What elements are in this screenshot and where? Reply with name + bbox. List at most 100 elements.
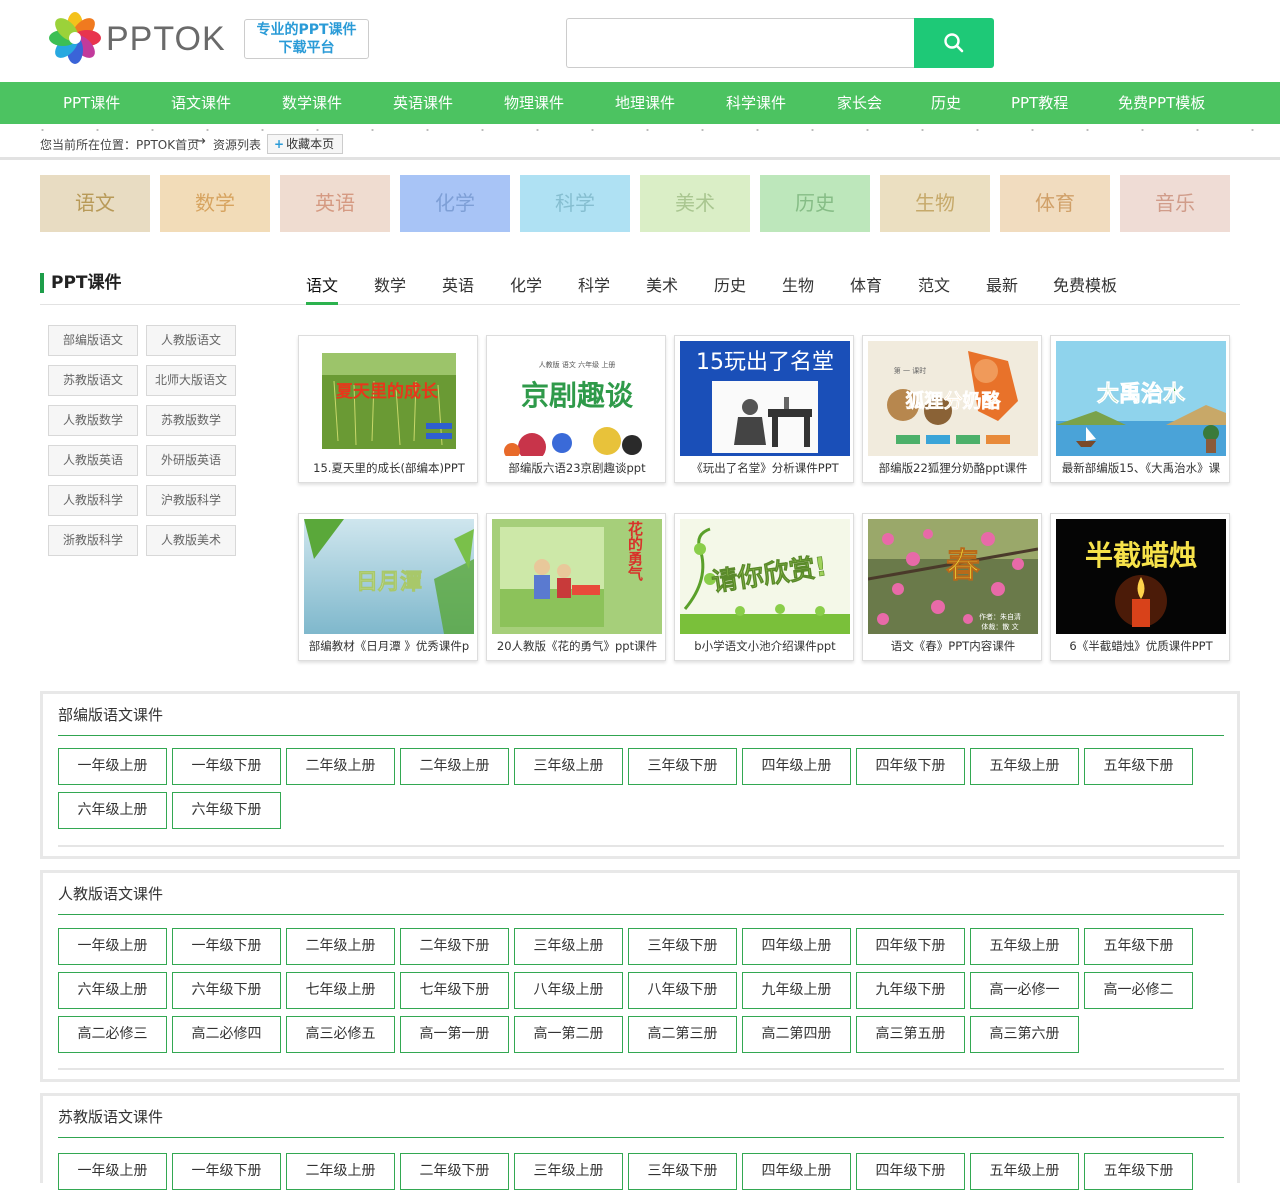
subject-tile-chemistry[interactable]: 化学 [400,175,510,232]
grade-button[interactable]: 九年级下册 [856,972,965,1009]
grade-button[interactable]: 高二必修四 [172,1016,281,1053]
tab-free-templates[interactable]: 免费模板 [1053,272,1117,296]
subject-tile-history[interactable]: 历史 [760,175,870,232]
ppt-card[interactable]: 半截蜡烛 6《半截蜡烛》优质课件PPT [1050,513,1230,661]
grade-button[interactable]: 九年级上册 [742,972,851,1009]
sidebar-item[interactable]: 沪教版科学 [146,485,236,516]
ppt-card[interactable]: 日月潭 部编教材《日月潭 》优秀课件p [298,513,478,661]
tab-biology[interactable]: 生物 [782,272,814,296]
logo-text[interactable]: PPTOK [106,20,226,59]
subject-tile-science[interactable]: 科学 [520,175,630,232]
sidebar-item[interactable]: 人教版英语 [48,445,138,476]
search-button[interactable] [914,18,994,68]
ppt-card[interactable]: 第 一 课时 狐狸分奶酪 部编版22狐狸分奶酪ppt课件 [862,335,1042,483]
subject-tile-music[interactable]: 音乐 [1120,175,1230,232]
grade-button[interactable]: 高二必修三 [58,1016,167,1053]
grade-button[interactable]: 五年级上册 [970,748,1079,785]
grade-button[interactable]: 三年级下册 [628,928,737,965]
nav-item-geography[interactable]: 地理课件 [615,82,675,124]
subject-tile-chinese[interactable]: 语文 [40,175,150,232]
grade-button[interactable]: 五年级下册 [1084,928,1193,965]
nav-item-parents[interactable]: 家长会 [837,82,882,124]
tab-art[interactable]: 美术 [646,272,678,296]
grade-button[interactable]: 六年级下册 [172,972,281,1009]
nav-item-science[interactable]: 科学课件 [726,82,786,124]
sidebar-item[interactable]: 人教版语文 [146,325,236,356]
subject-tile-math[interactable]: 数学 [160,175,270,232]
grade-button[interactable]: 六年级上册 [58,972,167,1009]
ppt-card[interactable]: 人教版 语文 六年级 上册 京剧趣谈 部编版六语23京剧趣谈ppt [486,335,666,483]
sidebar-item[interactable]: 人教版数学 [48,405,138,436]
ppt-card[interactable]: 夏天里的成长 15.夏天里的成长(部编本)PPT [298,335,478,483]
subject-tile-art[interactable]: 美术 [640,175,750,232]
sidebar-item[interactable]: 苏教版数学 [146,405,236,436]
grade-button[interactable]: 三年级上册 [514,1153,623,1190]
tab-science[interactable]: 科学 [578,272,610,296]
grade-button[interactable]: 高一必修一 [970,972,1079,1009]
nav-item-math[interactable]: 数学课件 [282,82,342,124]
sidebar-item[interactable]: 苏教版语文 [48,365,138,396]
grade-button[interactable]: 一年级下册 [172,928,281,965]
grade-button[interactable]: 二年级上册 [286,748,395,785]
sidebar-item[interactable]: 外研版英语 [146,445,236,476]
grade-button[interactable]: 二年级上册 [400,748,509,785]
grade-button[interactable]: 六年级上册 [58,792,167,829]
grade-button[interactable]: 二年级上册 [286,928,395,965]
sidebar-item[interactable]: 部编版语文 [48,325,138,356]
grade-button[interactable]: 四年级上册 [742,1153,851,1190]
grade-button[interactable]: 高一第一册 [400,1016,509,1053]
grade-button[interactable]: 四年级上册 [742,928,851,965]
grade-button[interactable]: 高二第四册 [742,1016,851,1053]
breadcrumb-current[interactable]: 资源列表 [213,136,261,153]
tab-pe[interactable]: 体育 [850,272,882,296]
nav-item-chinese[interactable]: 语文课件 [171,82,231,124]
tab-chinese[interactable]: 语文 [306,272,338,296]
grade-button[interactable]: 高一第二册 [514,1016,623,1053]
sidebar-item[interactable]: 人教版科学 [48,485,138,516]
tab-math[interactable]: 数学 [374,272,406,296]
grade-button[interactable]: 高三第六册 [970,1016,1079,1053]
nav-item-physics[interactable]: 物理课件 [504,82,564,124]
nav-item-ppt-tutorial[interactable]: PPT教程 [1011,82,1068,124]
grade-button[interactable]: 二年级下册 [400,928,509,965]
grade-button[interactable]: 高三第五册 [856,1016,965,1053]
ppt-card[interactable]: 大禹治水 最新部编版15、《大禹治水》课 [1050,335,1230,483]
grade-button[interactable]: 高二第三册 [628,1016,737,1053]
grade-button[interactable]: 一年级上册 [58,748,167,785]
grade-button[interactable]: 三年级下册 [628,1153,737,1190]
grade-button[interactable]: 一年级上册 [58,1153,167,1190]
grade-button[interactable]: 五年级下册 [1084,1153,1193,1190]
grade-button[interactable]: 五年级上册 [970,928,1079,965]
tab-essays[interactable]: 范文 [918,272,950,296]
nav-item-history[interactable]: 历史 [931,82,961,124]
subject-tile-english[interactable]: 英语 [280,175,390,232]
grade-button[interactable]: 三年级上册 [514,928,623,965]
grade-button[interactable]: 三年级上册 [514,748,623,785]
grade-button[interactable]: 八年级上册 [514,972,623,1009]
breadcrumb-home-link[interactable]: PPTOK首页 [136,136,199,153]
tab-english[interactable]: 英语 [442,272,474,296]
search-input[interactable] [566,18,914,68]
ppt-card[interactable]: 花的勇气 20人教版《花的勇气》ppt课件 [486,513,666,661]
grade-button[interactable]: 二年级下册 [400,1153,509,1190]
sidebar-item[interactable]: 北师大版语文 [146,365,236,396]
sidebar-item[interactable]: 人教版美术 [146,525,236,556]
tab-chemistry[interactable]: 化学 [510,272,542,296]
tab-latest[interactable]: 最新 [986,272,1018,296]
grade-button[interactable]: 五年级上册 [970,1153,1079,1190]
tab-history[interactable]: 历史 [714,272,746,296]
grade-button[interactable]: 一年级上册 [58,928,167,965]
ppt-card[interactable]: 春 作者：朱自清 体裁：散 文 语文《春》PPT内容课件 [862,513,1042,661]
nav-item-english[interactable]: 英语课件 [393,82,453,124]
grade-button[interactable]: 五年级下册 [1084,748,1193,785]
bookmark-button[interactable]: + 收藏本页 [267,134,344,154]
grade-button[interactable]: 七年级上册 [286,972,395,1009]
grade-button[interactable]: 二年级上册 [286,1153,395,1190]
grade-button[interactable]: 三年级下册 [628,748,737,785]
grade-button[interactable]: 四年级下册 [856,748,965,785]
grade-button[interactable]: 八年级下册 [628,972,737,1009]
nav-item-free-templates[interactable]: 免费PPT模板 [1118,82,1205,124]
grade-button[interactable]: 一年级下册 [172,748,281,785]
sidebar-item[interactable]: 浙教版科学 [48,525,138,556]
subject-tile-biology[interactable]: 生物 [880,175,990,232]
